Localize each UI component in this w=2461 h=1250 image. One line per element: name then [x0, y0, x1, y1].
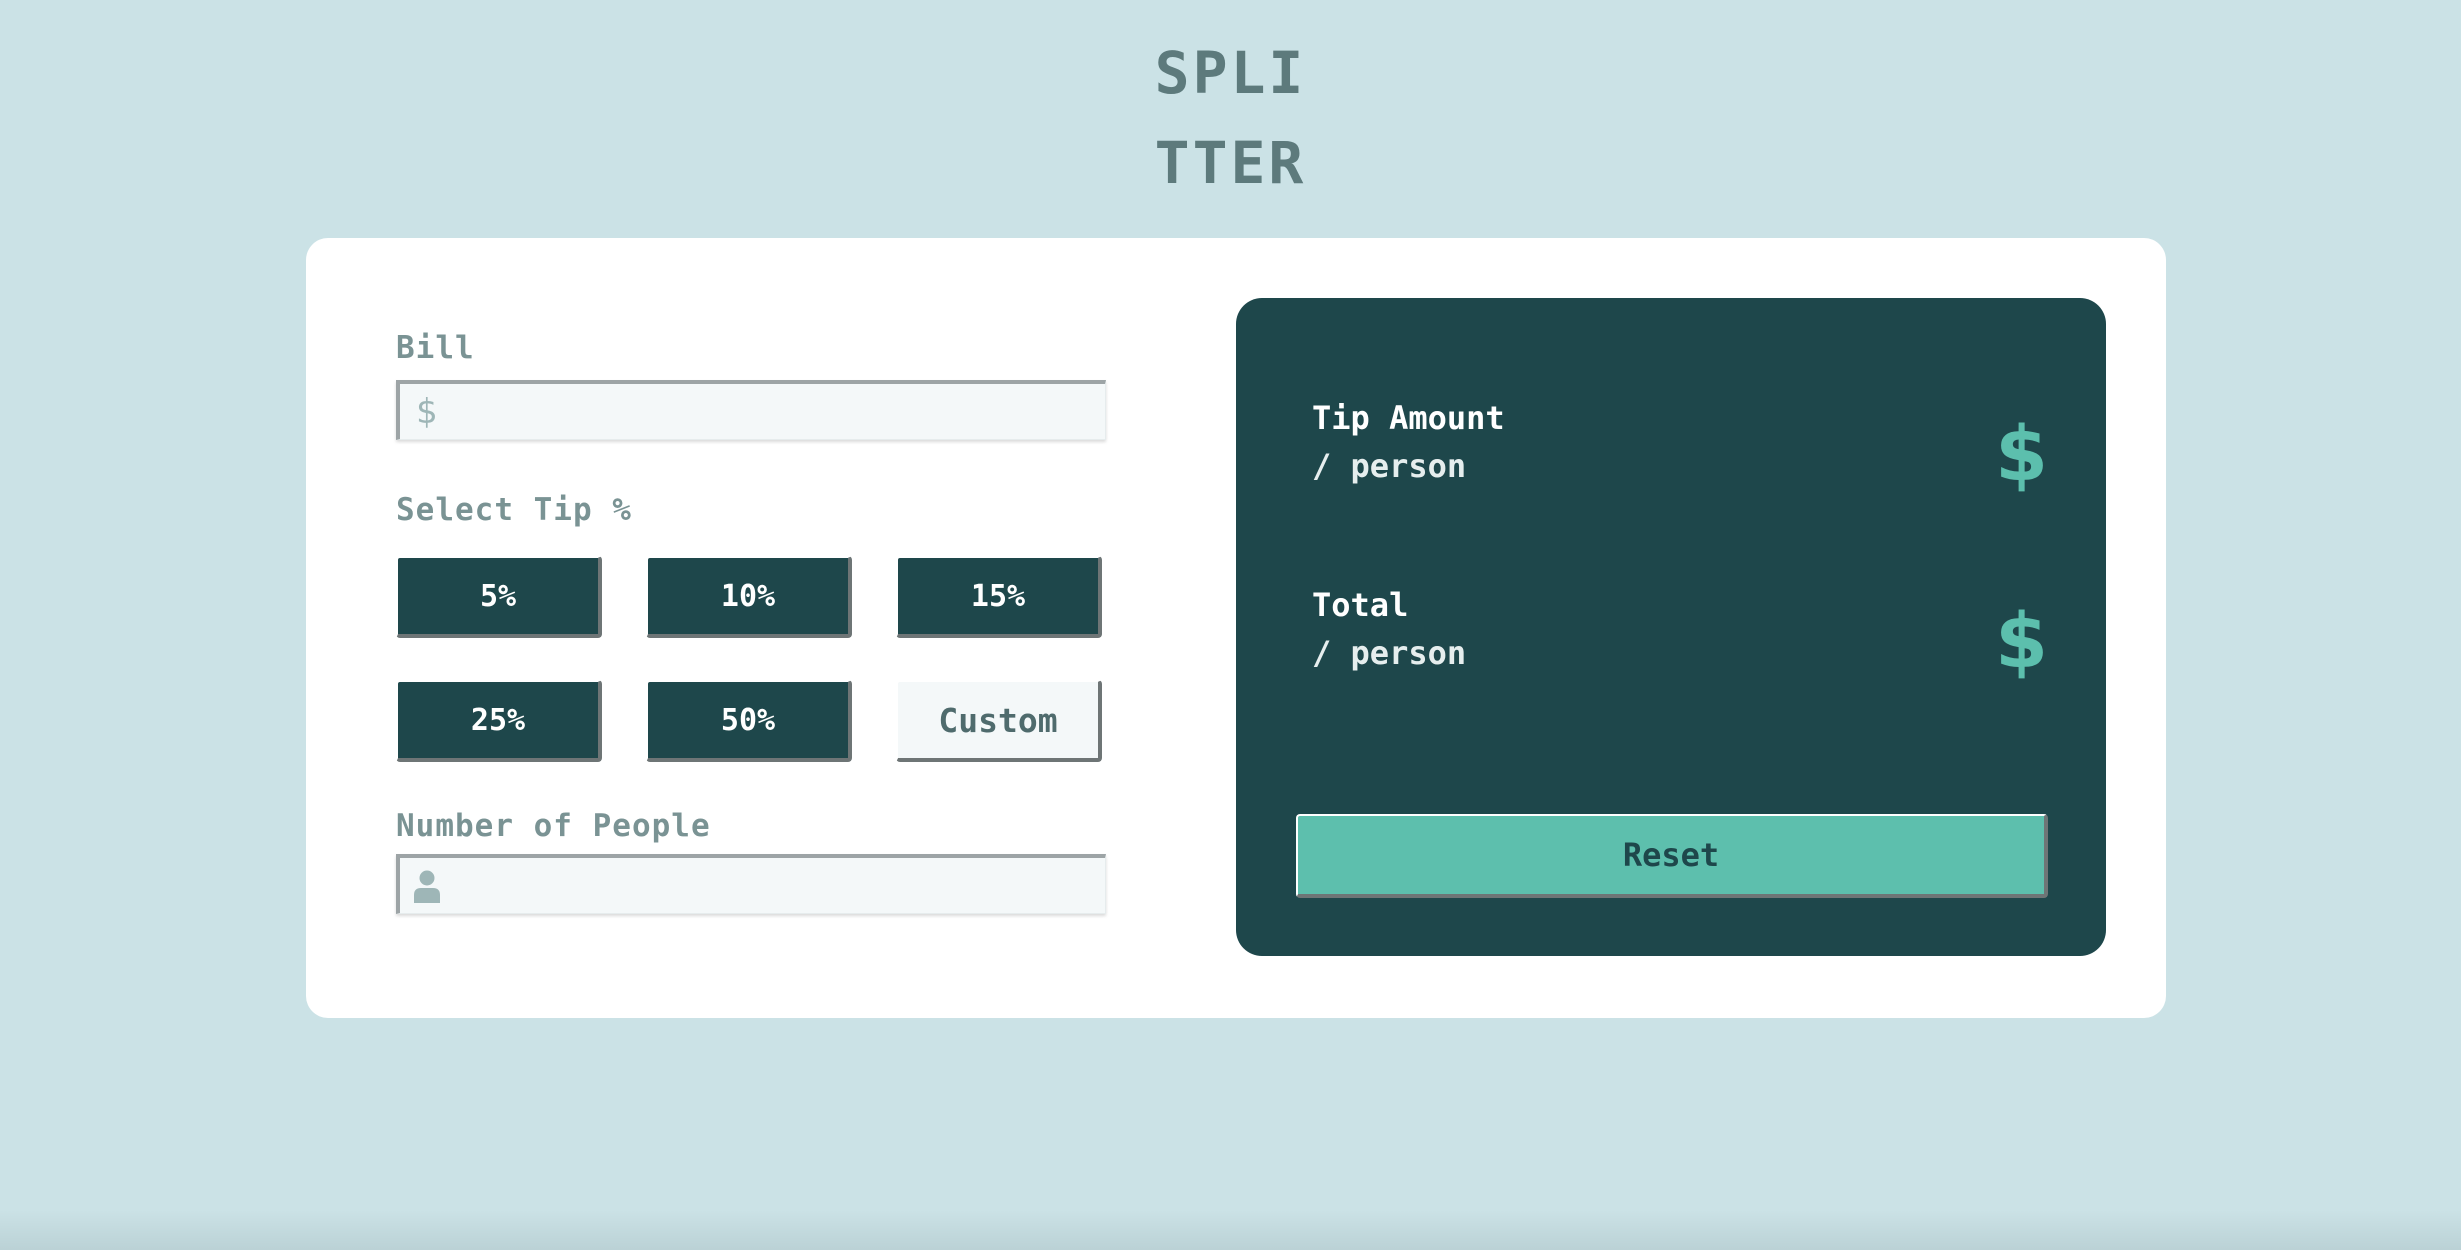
- tip-25-button[interactable]: 25%: [396, 680, 602, 762]
- calculator-card: Bill $ Select Tip % 5% 10% 15% 25% 50% C…: [306, 238, 2166, 1018]
- results-panel: Tip Amount / person $ Total / person $ R…: [1236, 298, 2106, 956]
- people-field[interactable]: [396, 854, 1106, 914]
- people-label: Number of People: [396, 808, 711, 844]
- tip-options: 5% 10% 15% 25% 50% Custom: [396, 556, 1106, 762]
- tip-custom-button[interactable]: Custom: [896, 680, 1102, 762]
- tip-10-button[interactable]: 10%: [646, 556, 852, 638]
- bill-input[interactable]: [448, 383, 1105, 440]
- bill-label: Bill: [396, 330, 475, 366]
- logo-line-2: TTER: [1154, 129, 1307, 197]
- select-tip-label: Select Tip %: [396, 492, 632, 528]
- tip-amount-label: Tip Amount: [1312, 399, 1505, 437]
- tip-amount-per-person-label: / person: [1312, 447, 1467, 485]
- tip-amount-row: Tip Amount / person $: [1312, 394, 2048, 504]
- person-icon: [400, 858, 448, 913]
- total-row: Total / person $: [1312, 581, 2048, 691]
- dollar-icon: $: [416, 391, 438, 432]
- tip-15-button[interactable]: 15%: [896, 556, 1102, 638]
- total-value: $: [1995, 596, 2048, 685]
- bottom-shade: [0, 1210, 2461, 1250]
- reset-button[interactable]: Reset: [1296, 814, 2048, 898]
- tip-amount-value: $: [1995, 409, 2048, 498]
- app-logo: SPLI TTER: [0, 28, 2461, 208]
- people-input[interactable]: [448, 857, 1105, 914]
- total-per-person-label: / person: [1312, 634, 1467, 672]
- bill-field[interactable]: $: [396, 380, 1106, 440]
- logo-line-1: SPLI: [1154, 39, 1307, 107]
- tip-5-button[interactable]: 5%: [396, 556, 602, 638]
- total-label: Total: [1312, 586, 1409, 624]
- tip-50-button[interactable]: 50%: [646, 680, 852, 762]
